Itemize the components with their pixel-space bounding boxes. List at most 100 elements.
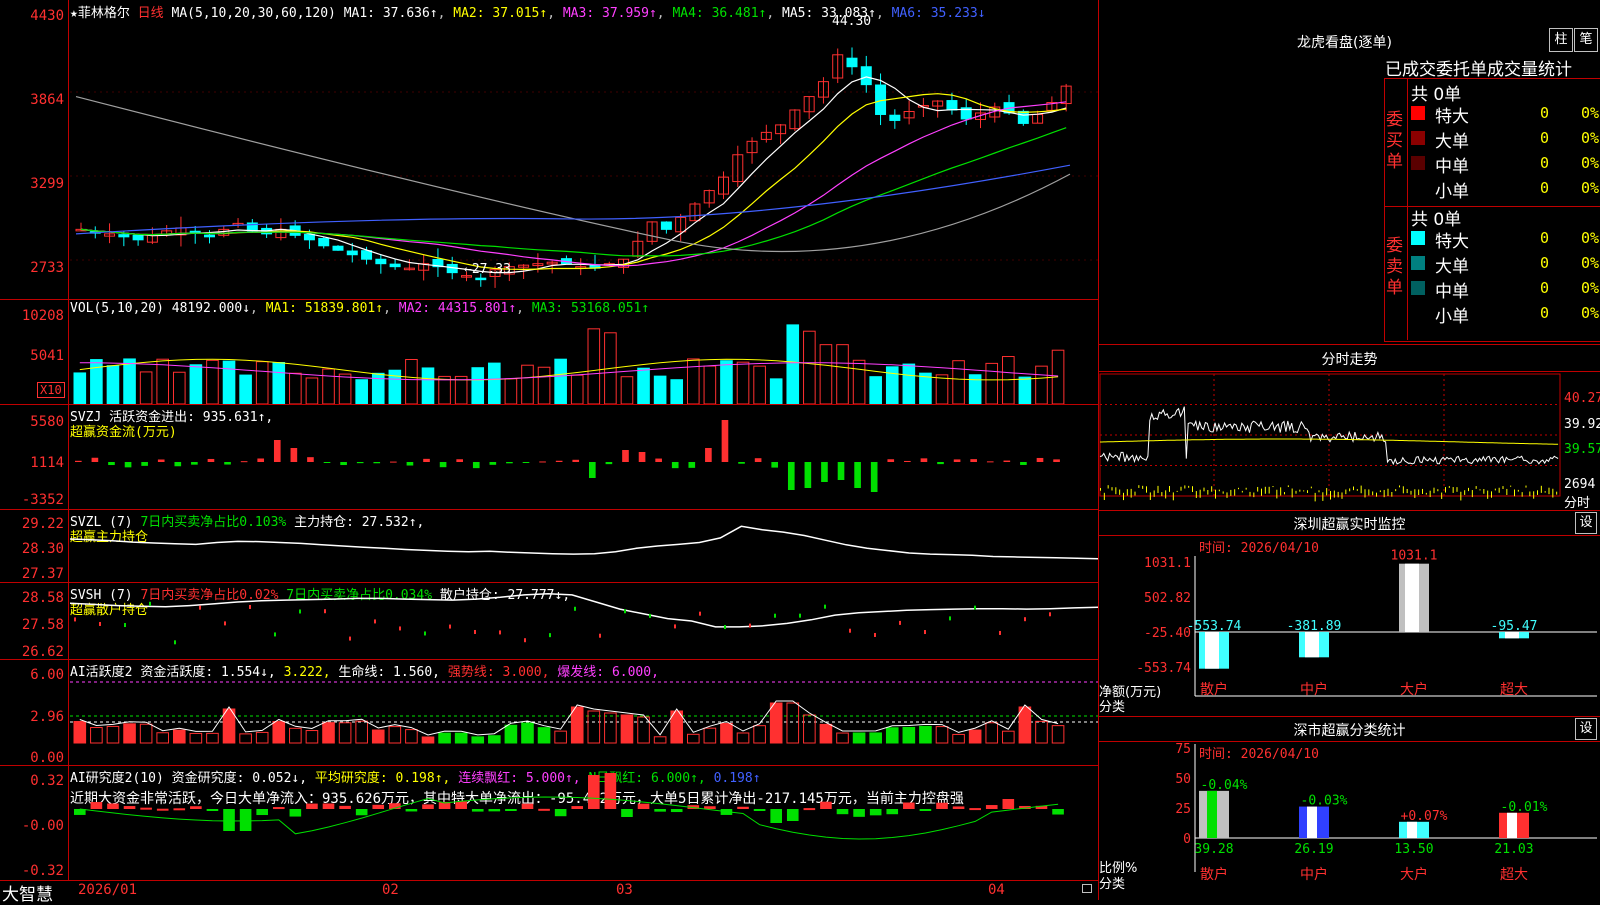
- active-bar: [438, 732, 451, 744]
- svzj-bar: [506, 462, 513, 464]
- vol-value: 48192.000↓: [171, 301, 251, 316]
- svsh-tick: [324, 609, 326, 614]
- svzj-bar: [1036, 457, 1044, 462]
- timeline-vol-bar: [1452, 487, 1454, 493]
- timeline-price: 39.92: [1564, 417, 1600, 432]
- tabs-line[interactable]: 已成交委托单成交量统计: [1385, 55, 1572, 80]
- timeline-vol-bar: [1176, 490, 1178, 492]
- svzj-bar: [870, 462, 878, 492]
- svzj-bar: [124, 462, 132, 468]
- timeline-vol-bar: [1333, 490, 1335, 498]
- stats-bar-highlight: [1207, 790, 1217, 838]
- research-bar: [272, 807, 285, 810]
- x-date: 03: [616, 882, 633, 898]
- order-row-pct: 0%: [1580, 304, 1599, 322]
- active-bar: [637, 716, 650, 744]
- y-label: 27.58: [21, 617, 64, 633]
- pen-view-button[interactable]: 笔: [1574, 28, 1598, 52]
- timeline-vol-bar: [1345, 489, 1347, 495]
- svzj-bar: [688, 462, 696, 468]
- timeline-chart[interactable]: [1099, 372, 1599, 510]
- svzj-bar: [572, 459, 580, 462]
- ma5-line: [75, 95, 1071, 253]
- stats-chart[interactable]: 75 50 25 0 -0.04% 39.28 散户 -0.03% 26.19 中户 +0.07% 1…: [1099, 742, 1599, 900]
- active-bar: [653, 736, 667, 744]
- volume-bar: [504, 378, 518, 404]
- bar-view-button[interactable]: 柱: [1549, 28, 1573, 52]
- stats-category: 超大: [1500, 867, 1528, 883]
- timeline-vol-bar: [1103, 492, 1105, 501]
- research-bar: [704, 806, 716, 809]
- svzj-bar: [1053, 459, 1060, 462]
- research-bar: [554, 809, 567, 817]
- active-bar: [736, 732, 750, 744]
- svzl-chart[interactable]: [70, 510, 1098, 582]
- volume-bar: [272, 362, 286, 404]
- timeline-vol-bar: [1494, 488, 1496, 491]
- x-date: 04: [988, 882, 1005, 898]
- main-chart-area[interactable]: ★菲林格尔 日线 MA(5,10,20,30,60,120) MA1: 37.6…: [0, 0, 1100, 905]
- timeline-vol-bar: [1376, 492, 1377, 497]
- ai-research-chart[interactable]: [70, 766, 1098, 880]
- timeline-vol-bar: [1115, 487, 1117, 495]
- stats-settings-button[interactable]: 设: [1575, 718, 1597, 740]
- lock-icon[interactable]: [1082, 884, 1092, 893]
- svsh-tick: [199, 605, 201, 610]
- timeline-vol-bar: [1192, 486, 1193, 492]
- svzj-bar: [671, 462, 679, 469]
- active-bar: [504, 724, 518, 744]
- timeline-vol-bar: [1326, 488, 1328, 496]
- volume-bar: [322, 368, 335, 404]
- svsh-tick: [774, 613, 776, 618]
- volume-bar: [869, 376, 882, 404]
- timeline-vol-bar: [1261, 488, 1262, 496]
- timeline-vol-bar: [1529, 491, 1531, 497]
- timeline-vol-bar: [1153, 490, 1155, 497]
- svsh-tick: [299, 609, 301, 614]
- order-row-count: 0: [1539, 254, 1549, 272]
- svsh-tick: [474, 629, 476, 634]
- svsh-chart[interactable]: [70, 583, 1098, 659]
- active-bar: [786, 702, 800, 744]
- order-row-label: 中单: [1435, 157, 1469, 177]
- stats-y-label: 75: [1175, 742, 1191, 757]
- research-bar: [820, 801, 832, 809]
- svsh-tick: [249, 604, 251, 609]
- candle-body: [389, 263, 401, 268]
- research-bar: [903, 802, 915, 809]
- active-bar: [405, 729, 418, 744]
- svzj-bar: [207, 458, 215, 462]
- research-bar: [190, 806, 202, 809]
- active-bar: [488, 735, 501, 744]
- research-bar: [455, 801, 467, 809]
- research-bar: [140, 807, 152, 810]
- svsh-tick: [374, 619, 376, 624]
- volume-chart[interactable]: [70, 318, 1098, 404]
- candlestick-chart[interactable]: [70, 16, 1098, 298]
- active-bar: [471, 736, 485, 744]
- volume-bar: [587, 328, 601, 404]
- y-label: 3864: [30, 92, 64, 108]
- y-label: 2733: [30, 260, 64, 276]
- svsh-tick: [724, 625, 726, 630]
- timeline-vol-bar: [1157, 485, 1159, 493]
- timeline-vol-bar: [1402, 486, 1404, 494]
- timeline-vol-bar: [1468, 487, 1469, 492]
- svzj-chart[interactable]: [70, 405, 1098, 509]
- order-row-count: 0: [1539, 179, 1549, 197]
- active-bar: [139, 723, 153, 744]
- y-label: 28.30: [21, 541, 64, 557]
- monitor-chart[interactable]: 1031.1502.82-25.40-553.74-553.74散户-381.8…: [1099, 536, 1599, 716]
- svsh-tick: [1049, 612, 1051, 617]
- svzj-bar: [555, 460, 563, 462]
- active-bar: [1035, 720, 1048, 744]
- svsh-tick: [699, 611, 701, 616]
- ai-active-chart[interactable]: [70, 660, 1098, 765]
- order-row-pct: 0%: [1580, 129, 1599, 147]
- timeline-avg-line: [1100, 438, 1559, 445]
- monitor-settings-button[interactable]: 设: [1575, 512, 1597, 534]
- volume-bar: [952, 360, 965, 404]
- timeline-vol-bar: [1556, 491, 1558, 495]
- timeline-vol-bar: [1387, 488, 1389, 497]
- candle-body: [475, 277, 487, 281]
